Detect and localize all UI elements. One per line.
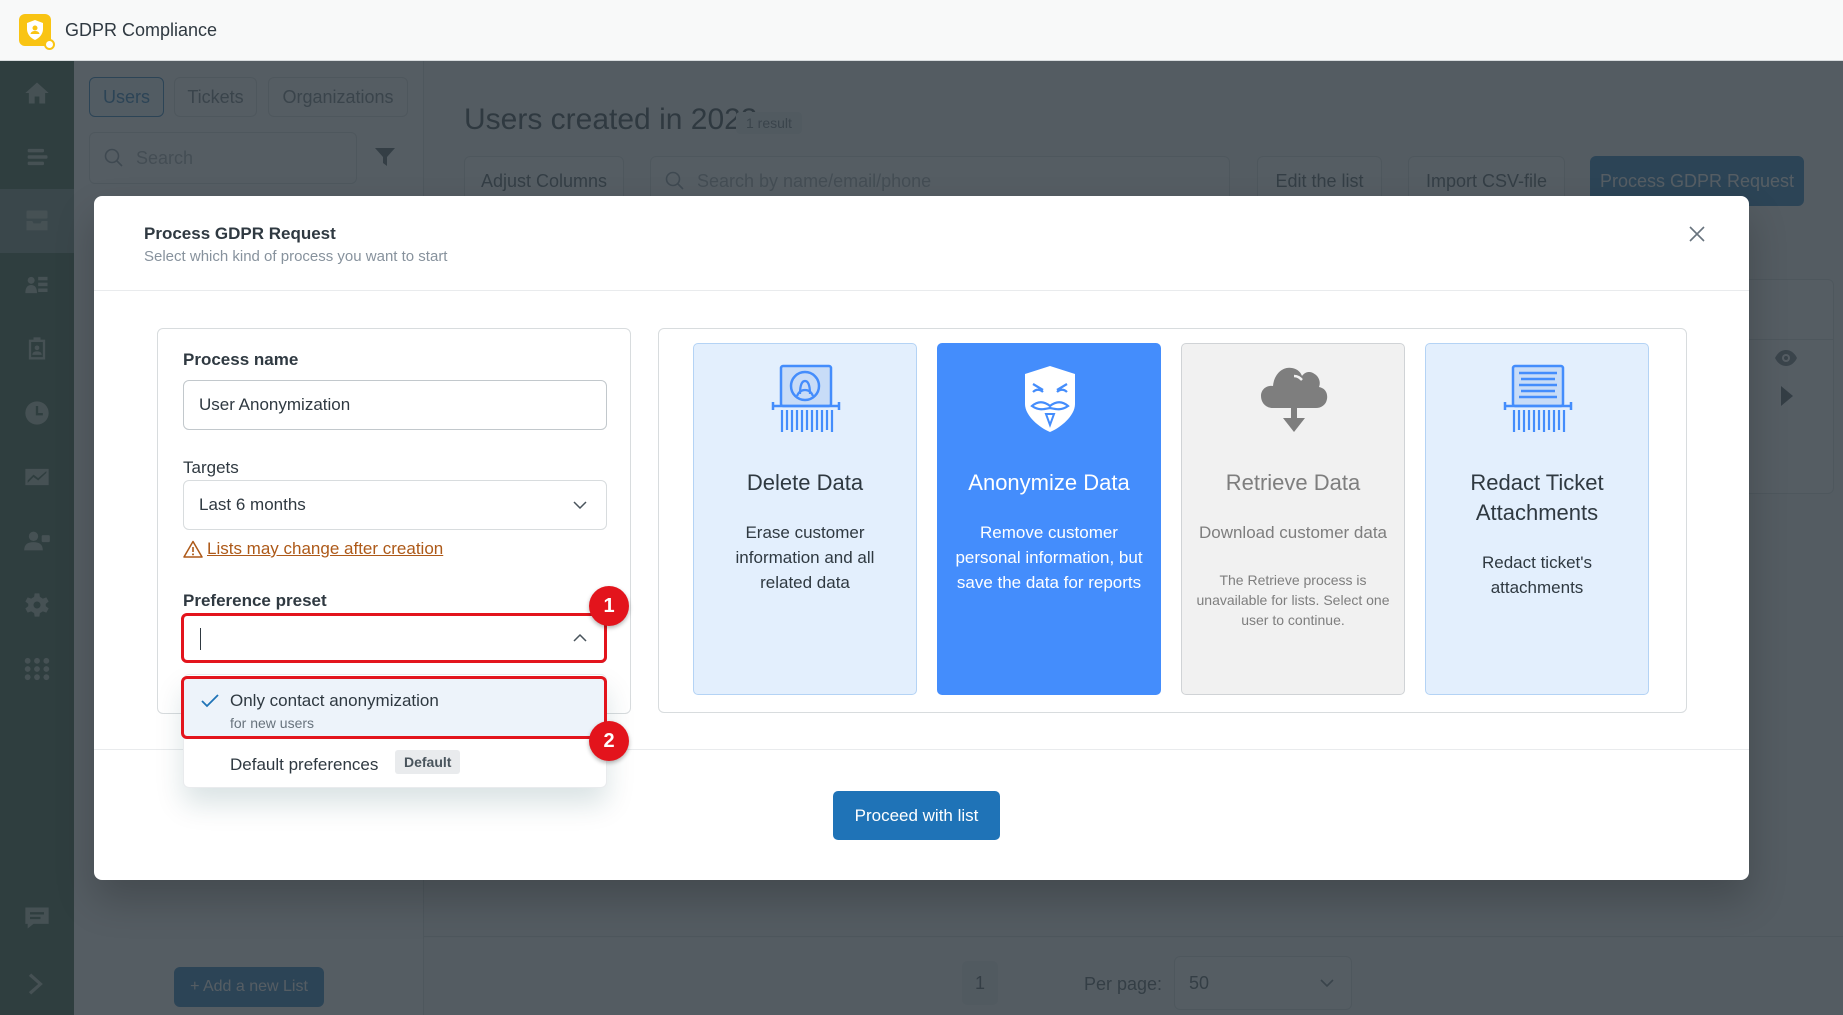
home-icon: [25, 82, 49, 104]
targets-label: Targets: [183, 458, 239, 477]
card-title: Anonymize Data: [968, 470, 1130, 495]
card-redact-attachments[interactable]: Redact Ticket Attachments Redact ticket'…: [1425, 343, 1649, 695]
process-name-input[interactable]: User Anonymization: [183, 380, 607, 430]
lists-may-change-link[interactable]: Lists may change after creation: [207, 539, 443, 559]
logo-badge: [44, 39, 55, 50]
option-label: Default preferences: [230, 755, 379, 774]
targets-warning: Lists may change after creation: [183, 539, 443, 559]
modal-subtitle: Select which kind of process you want to…: [144, 248, 448, 265]
process-form: Process name User Anonymization Targets …: [157, 328, 631, 714]
sidebar-item-contacts[interactable]: [0, 253, 74, 317]
sidebar-item-access[interactable]: [0, 509, 74, 573]
sidebar-item-inbox[interactable]: [0, 189, 74, 253]
chevron-up-icon: [573, 633, 587, 642]
apps-grid-icon: [24, 657, 50, 681]
app-logo: [19, 14, 55, 50]
chart-icon: [25, 468, 49, 486]
modal-title: Process GDPR Request: [144, 224, 336, 243]
preference-preset-input[interactable]: [183, 613, 607, 663]
card-title: Delete Data: [746, 470, 864, 495]
proceed-with-list-button[interactable]: Proceed with list: [833, 791, 1000, 840]
sidebar-item-reports[interactable]: [0, 445, 74, 509]
card-description: Remove customer personal information, bu…: [955, 523, 1143, 592]
process-name-label: Process name: [183, 350, 299, 369]
process-type-cards: Delete Data Erase customer information a…: [658, 328, 1687, 713]
chat-icon: [25, 907, 49, 929]
sidebar-item-chat[interactable]: [0, 888, 74, 948]
sidebar: [0, 61, 74, 1015]
preference-preset-dropdown: Only contact anonymization for new users…: [183, 674, 607, 788]
user-lock-icon: [24, 531, 50, 551]
check-icon: [201, 694, 219, 708]
shield-user-icon: [27, 20, 43, 40]
warning-triangle-icon: [183, 540, 203, 558]
top-bar: GDPR Compliance: [0, 0, 1843, 61]
card-description: Download customer data: [1198, 523, 1388, 542]
annotation-badge-2: 2: [589, 721, 629, 761]
gear-icon: [25, 593, 49, 617]
shredder-document-icon: [1503, 364, 1573, 432]
option-sublabel: for new users: [230, 715, 315, 731]
preset-option-only-contact[interactable]: Only contact anonymization for new users: [184, 679, 606, 739]
sidebar-item-lists[interactable]: [0, 125, 74, 189]
process-name-value: User Anonymization: [199, 395, 351, 414]
cloud-download-icon: [1261, 367, 1328, 432]
preference-preset-label: Preference preset: [183, 591, 327, 610]
lists-icon: [27, 148, 48, 166]
card-retrieve-data: Retrieve Data Download customer data The…: [1181, 343, 1405, 695]
clock-icon: [25, 401, 49, 425]
sidebar-item-home[interactable]: [0, 61, 74, 125]
inbox-icon: [26, 210, 48, 231]
text-cursor: [200, 628, 201, 650]
targets-value: Last 6 months: [199, 495, 306, 514]
close-icon[interactable]: [1685, 222, 1709, 246]
card-anonymize-data[interactable]: Anonymize Data Remove customer personal …: [937, 343, 1161, 695]
clipboard-user-icon: [28, 337, 46, 360]
sidebar-item-clipboard[interactable]: [0, 317, 74, 381]
annotation-badge-1: 1: [589, 586, 629, 626]
card-title: Retrieve Data: [1225, 470, 1361, 495]
modal-header-divider: [94, 290, 1749, 291]
sidebar-item-history[interactable]: [0, 381, 74, 445]
chevron-down-icon: [573, 501, 587, 510]
app-title: GDPR Compliance: [65, 19, 218, 40]
card-description: Redact ticket's attachments: [1481, 553, 1592, 597]
card-description: Erase customer information and all relat…: [735, 523, 875, 592]
default-tag: Default: [395, 750, 461, 774]
sidebar-expand[interactable]: [0, 954, 74, 1014]
option-label: Only contact anonymization: [230, 691, 439, 710]
sidebar-item-settings[interactable]: [0, 573, 74, 637]
anonymous-mask-icon: [1025, 366, 1075, 432]
preset-option-default[interactable]: Default preferences Default: [184, 739, 606, 787]
card-delete-data[interactable]: Delete Data Erase customer information a…: [693, 343, 917, 695]
card-title: Redact Ticket Attachments: [1470, 470, 1604, 525]
card-unavailable-note: The Retrieve process is unavailable for …: [1196, 572, 1390, 628]
targets-select[interactable]: Last 6 months: [183, 480, 607, 530]
contacts-icon: [25, 276, 48, 294]
sidebar-item-apps[interactable]: [0, 637, 74, 701]
shredder-user-icon: [771, 364, 841, 432]
chevron-right-icon: [28, 973, 43, 995]
